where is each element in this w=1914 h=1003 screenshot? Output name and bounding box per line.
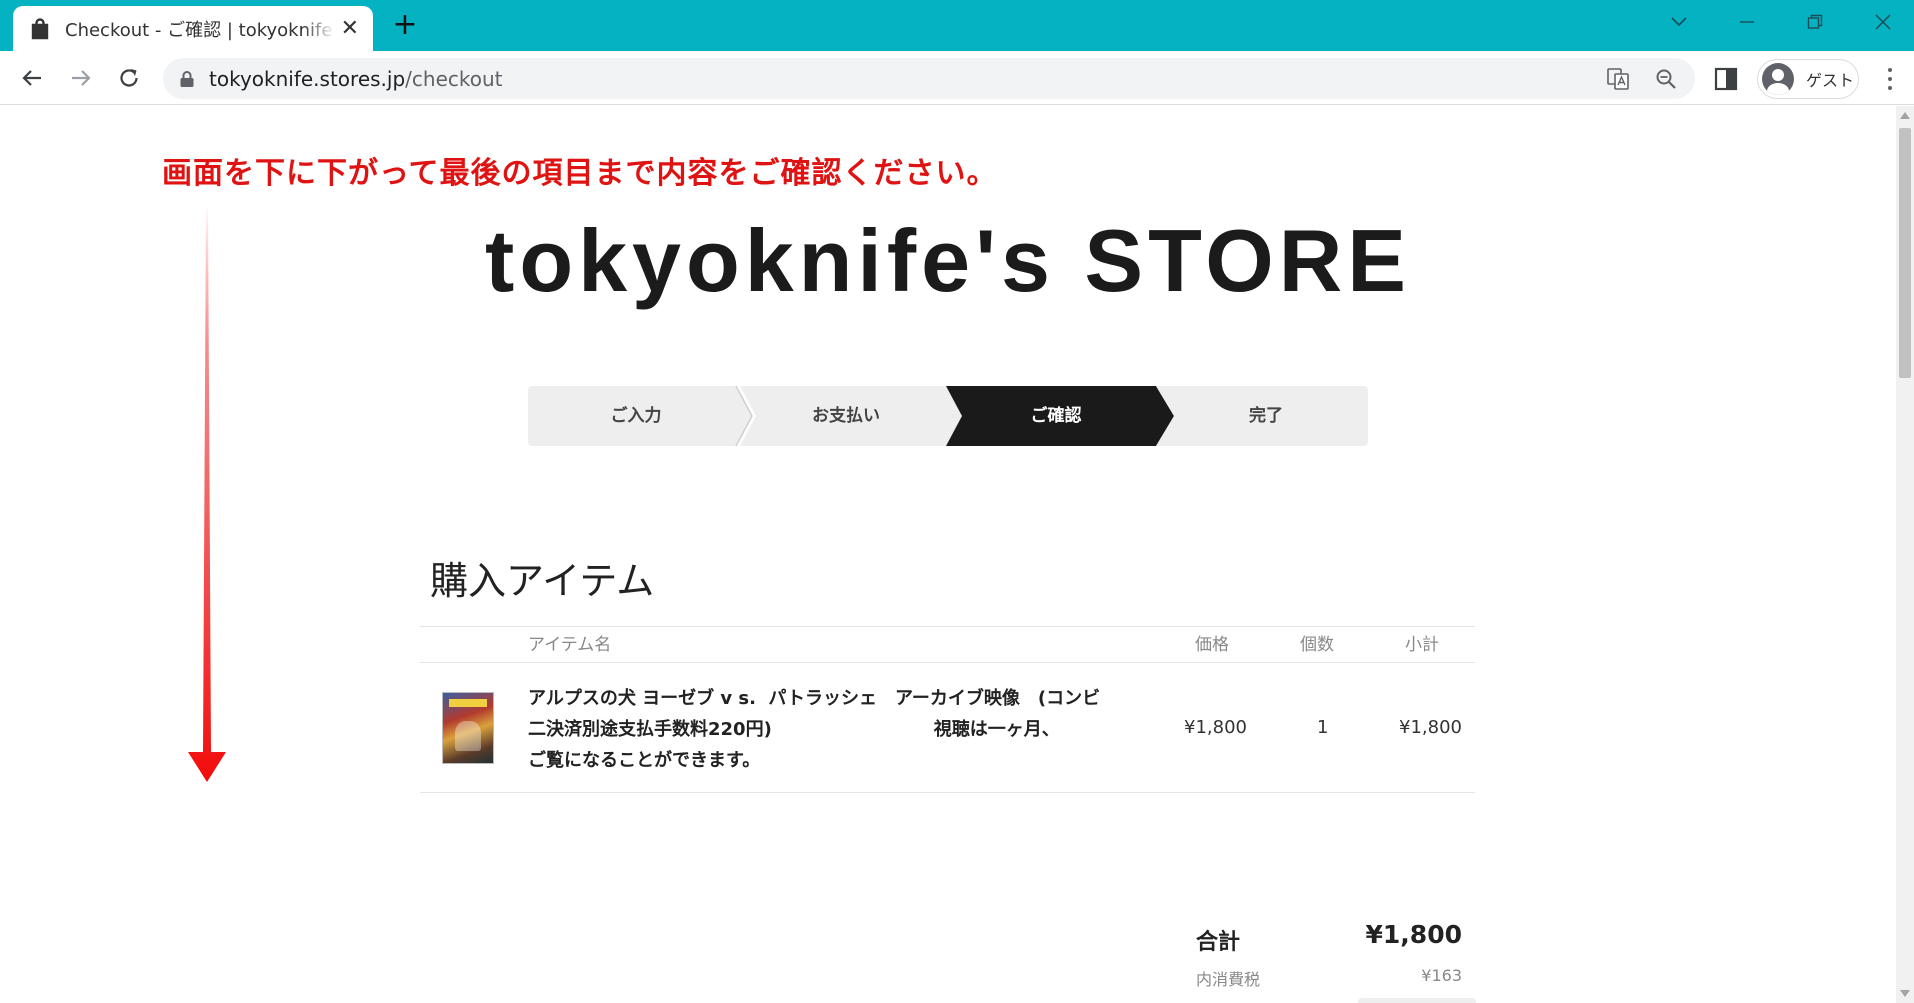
items-heading: 購入アイテム — [430, 559, 655, 603]
step-confirm: ご確認 — [1030, 406, 1082, 426]
url-text: tokyoknife.stores.jp/checkout — [209, 67, 503, 91]
scroll-down-icon[interactable] — [1900, 990, 1910, 997]
total-value: ¥1,800 — [1365, 920, 1462, 949]
restore-icon[interactable] — [1782, 0, 1848, 44]
page-viewport: 画面を下に下がって最後の項目まで内容をご確認ください。 tokyoknife's… — [0, 106, 1896, 1003]
checkout-steps: ご入力 お支払い ご確認 完了 — [528, 386, 1368, 446]
item-subtotal: ¥1,800 — [1399, 717, 1462, 738]
avatar-icon — [1762, 63, 1794, 95]
back-icon[interactable] — [16, 62, 48, 94]
total-label: 合計 — [1196, 930, 1241, 955]
step-complete: 完了 — [1249, 406, 1283, 426]
tax-value: ¥163 — [1421, 966, 1462, 985]
url-path: /checkout — [405, 66, 503, 91]
more-icon[interactable] — [1880, 65, 1900, 93]
table-header: アイテム名 価格 個数 小計 — [420, 626, 1475, 663]
item-quantity: 1 — [1317, 717, 1329, 738]
store-title: tokyoknife's STORE — [485, 211, 1411, 310]
annotation-text: 画面を下に下がって最後の項目まで内容をご確認ください。 — [162, 156, 998, 191]
tax-label: 内消費税 — [1196, 970, 1261, 989]
column-price: 価格 — [1195, 635, 1229, 655]
lock-icon — [180, 70, 194, 87]
translate-icon[interactable] — [1605, 66, 1631, 92]
forward-icon[interactable] — [65, 62, 97, 94]
tab-title: Checkout - ご確認 | tokyoknife's STORE — [65, 19, 335, 41]
step-input: ご入力 — [610, 406, 662, 426]
tab-favicon-icon — [31, 17, 49, 39]
close-icon[interactable]: ✕ — [341, 17, 359, 40]
item-thumbnail — [442, 692, 494, 764]
step-payment: お支払い — [812, 406, 880, 426]
table-row: アルプスの犬 ヨーゼブ v s. パトラッシェ アーカイブ映像 (コンビ 二決済… — [420, 663, 1475, 793]
page-scrollbar[interactable] — [1896, 106, 1914, 1003]
browser-toolbar: tokyoknife.stores.jp/checkout ゲスト — [0, 51, 1914, 105]
next-section-heading — [420, 994, 560, 1003]
items-table: アイテム名 価格 個数 小計 アルプスの犬 ヨーゼブ v s. パトラッシェ ア… — [420, 626, 1475, 793]
plus-icon[interactable]: + — [390, 10, 420, 41]
zoom-icon[interactable] — [1653, 66, 1679, 92]
profile-label: ゲスト — [1806, 71, 1855, 90]
profile-button[interactable]: ゲスト — [1757, 59, 1859, 99]
column-quantity: 個数 — [1300, 635, 1334, 655]
reload-icon[interactable] — [113, 62, 145, 94]
close-window-icon[interactable] — [1850, 0, 1914, 44]
scroll-thumb[interactable] — [1899, 128, 1911, 378]
scroll-up-icon[interactable] — [1900, 112, 1910, 119]
column-item-name: アイテム名 — [528, 635, 612, 655]
url-host: tokyoknife.stores.jp — [209, 66, 406, 91]
chevron-down-icon[interactable] — [1646, 0, 1712, 44]
next-section-button[interactable] — [1358, 998, 1476, 1003]
browser-titlebar: Checkout - ご確認 | tokyoknife's STORE ✕ + — [0, 0, 1914, 51]
minimize-icon[interactable] — [1714, 0, 1780, 44]
side-panel-icon[interactable] — [1713, 67, 1739, 91]
item-price: ¥1,800 — [1184, 717, 1247, 738]
browser-tab[interactable]: Checkout - ご確認 | tokyoknife's STORE ✕ — [13, 6, 373, 51]
item-name: アルプスの犬 ヨーゼブ v s. パトラッシェ アーカイブ映像 (コンビ 二決済… — [528, 688, 1101, 771]
column-subtotal: 小計 — [1405, 635, 1439, 655]
address-bar[interactable]: tokyoknife.stores.jp/checkout — [163, 58, 1695, 99]
